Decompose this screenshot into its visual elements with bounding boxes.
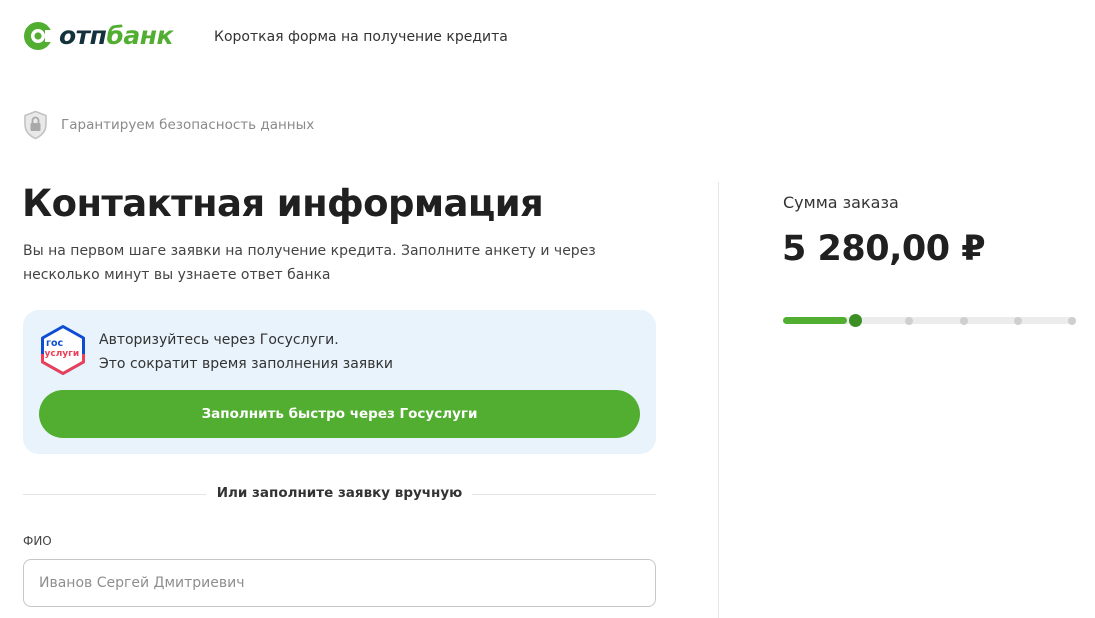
progress-step-dot-1 [848, 314, 862, 327]
gosuslugi-text: Авторизуйтесь через Госуслуги. Это сокра… [99, 328, 393, 376]
gosuslugi-logo-icon: гос услуги [41, 325, 85, 375]
manual-fill-divider: Или заполните заявку вручную [23, 484, 656, 504]
progress-fill [783, 317, 847, 324]
step-progress [783, 312, 1076, 328]
order-sum-label: Сумма заказа [783, 193, 899, 212]
logo-wordmark-dark: отп [59, 21, 107, 50]
order-sum-amount: 5 280,00 ₽ [782, 229, 986, 269]
divider-text: Или заполните заявку вручную [216, 485, 463, 501]
gosuslugi-logo-line2: услуги [45, 349, 80, 359]
progress-step-dot-4 [1013, 316, 1022, 325]
fio-input[interactable] [23, 559, 656, 607]
gosuslugi-text-line1: Авторизуйтесь через Госуслуги. [99, 332, 339, 348]
gosuslugi-card: гос услуги Авторизуйтесь через Госуслуги… [23, 310, 656, 454]
gosuslugi-fill-button[interactable]: Заполнить быстро через Госуслуги [39, 390, 640, 438]
column-separator [718, 182, 719, 618]
security-note: Гарантируем безопасность данных [23, 110, 314, 140]
logo-wordmark: отпбанк [59, 21, 174, 51]
divider-line-right [472, 494, 656, 495]
shield-lock-icon [24, 110, 47, 140]
security-text: Гарантируем безопасность данных [61, 117, 315, 133]
otp-logo-mark-icon [24, 22, 53, 50]
gosuslugi-logo-line1: гос [46, 338, 63, 349]
progress-step-dot-2 [905, 316, 914, 325]
fio-label: ФИО [23, 534, 52, 548]
progress-step-dot-5 [1068, 316, 1076, 325]
gosuslugi-text-line2: Это сократит время заполнения заявки [99, 356, 394, 372]
logo-wordmark-green: банк [106, 21, 174, 50]
header: отпбанк Короткая форма на получение кред… [0, 0, 1095, 80]
page-title: Контактная информация [22, 182, 544, 225]
intro-text: Вы на первом шаге заявки на получение кр… [23, 243, 596, 283]
otp-bank-logo[interactable]: отпбанк [23, 20, 174, 52]
progress-step-dot-3 [959, 316, 968, 325]
header-title: Короткая форма на получение кредита [214, 29, 508, 45]
